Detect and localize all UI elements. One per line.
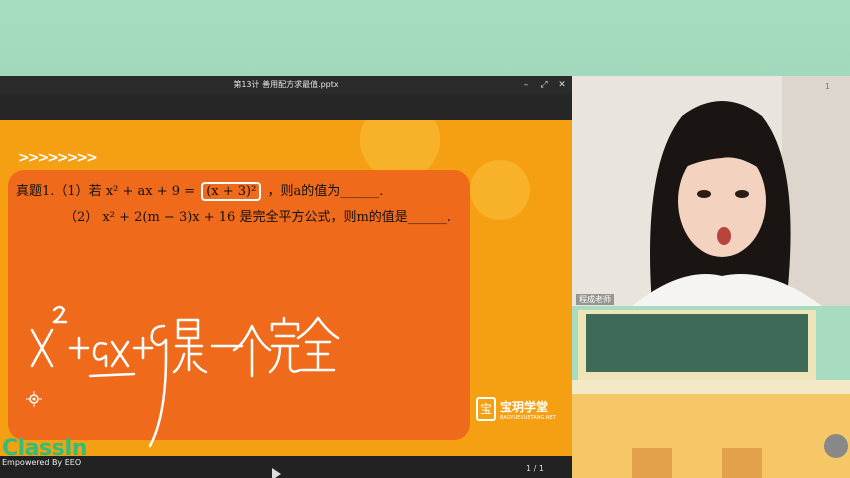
close-icon[interactable]: ✕: [556, 79, 568, 91]
publisher-logo: 宝 宝玥学堂 BAOYUEXUETANG.NET: [476, 396, 556, 421]
page-indicator[interactable]: 1 / 1: [526, 464, 544, 473]
logo-subtext: BAOYUEXUETANG.NET: [500, 415, 556, 421]
arrows-decoration: >>>>>>>>: [18, 150, 98, 166]
classroom-illustration: [572, 306, 850, 478]
question-1-prefix: 真题1.（1）若: [16, 184, 102, 199]
slide: >>>>>>>> 宝 宝玥学堂 BAOYUEXUETANG.NET: [0, 120, 572, 456]
window-title: 第13计 善用配方求最值.pptx: [233, 80, 339, 89]
presentation-window: 第13计 善用配方求最值.pptx – ⤢ ✕ >>>>>>>> 宝 宝玥学堂 …: [0, 76, 572, 478]
classin-subtitle: Empowered By EEO: [2, 458, 82, 467]
desktop-wallpaper: [0, 0, 850, 76]
question-1-boxed-expression: (x + 3)²: [201, 182, 262, 201]
question-2-expression: x² + 2(m − 3)x + 16: [102, 210, 236, 225]
question-2-prefix: （2）: [64, 210, 99, 225]
logo-seal-icon: 宝: [476, 396, 496, 421]
teacher-video[interactable]: 1 程成老师: [572, 76, 850, 306]
play-icon[interactable]: [272, 468, 281, 478]
minimize-icon[interactable]: –: [520, 79, 532, 91]
slide-decoration: [470, 160, 530, 220]
handwriting-annotation: [26, 290, 346, 456]
question-2: （2） x² + 2(m − 3)x + 16 是完全平方公式，则m的值是___…: [64, 206, 451, 225]
window-controls: – ⤢ ✕: [520, 76, 568, 94]
question-1-expression: x² + ax + 9 =: [105, 184, 196, 199]
question-1-suffix: ，则a的值为______.: [267, 184, 384, 199]
logo-text: 宝玥学堂: [500, 400, 549, 414]
question-2-suffix: 是完全平方公式，则m的值是______.: [239, 210, 451, 225]
restore-icon[interactable]: ⤢: [538, 79, 550, 91]
teacher-video-frame: [572, 76, 850, 306]
window-titlebar[interactable]: 第13计 善用配方求最值.pptx – ⤢ ✕: [0, 76, 572, 94]
video-corner-indicator: 1: [824, 82, 830, 91]
question-1: 真题1.（1）若 x² + ax + 9 = (x + 3)² ，则a的值为__…: [16, 180, 383, 201]
laser-pointer-icon: [26, 391, 42, 407]
classin-watermark: ClassIn Empowered By EEO: [2, 436, 88, 467]
teacher-name-label: 程成老师: [576, 294, 614, 305]
presentation-toolbar: [0, 94, 572, 120]
handwriting-strokes: [30, 305, 340, 448]
